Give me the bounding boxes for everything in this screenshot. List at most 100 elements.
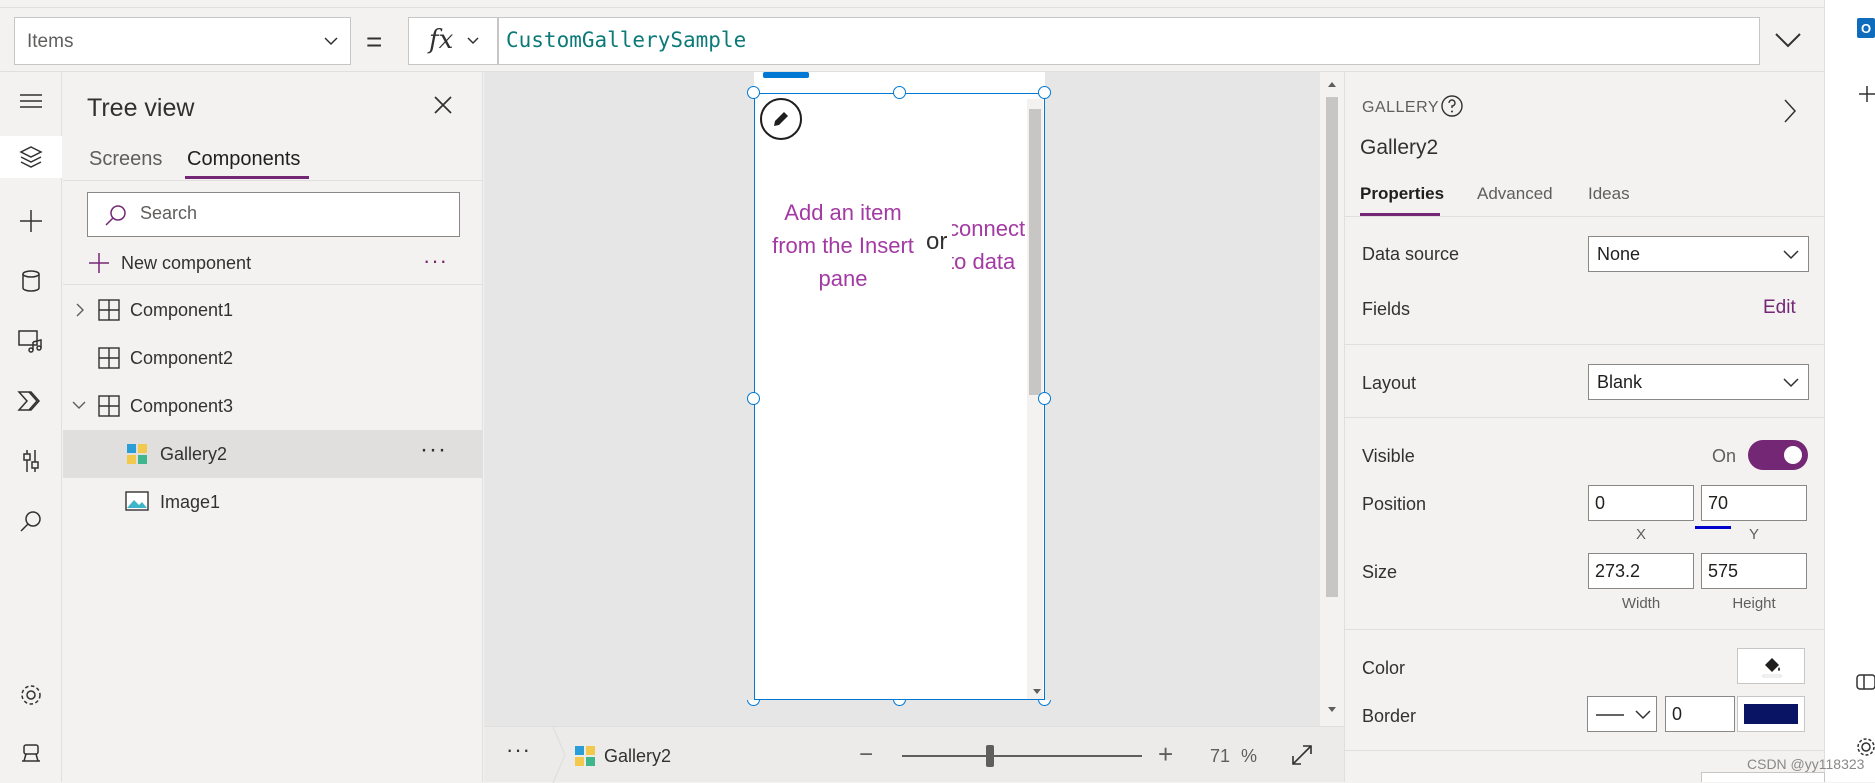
tab-screens[interactable]: Screens [89, 148, 162, 171]
zoom-in-button[interactable]: + [1158, 739, 1173, 770]
settings-icon[interactable] [10, 674, 52, 716]
tree-item-label: Component1 [130, 300, 234, 320]
outlook-icon[interactable]: O [1855, 16, 1875, 40]
border-color-button[interactable] [1737, 696, 1805, 732]
scroll-up-arrow-icon[interactable] [1327, 80, 1337, 88]
gallery-scrollbar-thumb[interactable] [1029, 109, 1041, 395]
data-source-dropdown[interactable]: None [1588, 236, 1809, 272]
layout-dropdown[interactable]: Blank [1588, 364, 1809, 400]
virtual-agent-icon[interactable] [10, 732, 52, 774]
insert-plus-icon[interactable] [10, 200, 52, 242]
panel-icon[interactable] [1855, 672, 1875, 692]
resize-handle-bottom-right[interactable] [1038, 700, 1051, 706]
width-value: 273.2 [1595, 561, 1641, 581]
formula-input[interactable]: CustomGallerySample [498, 17, 1760, 65]
fit-to-window-icon[interactable] [1290, 743, 1314, 767]
gallery-placeholder-connect[interactable]: connect to data [952, 212, 1026, 278]
tree-item-component3[interactable]: Component3 [63, 382, 483, 430]
help-icon[interactable] [1440, 94, 1464, 118]
more-options-icon[interactable]: ··· [420, 436, 447, 464]
expand-formula-chevron-icon[interactable] [1772, 26, 1804, 54]
color-picker-button[interactable] [1737, 648, 1805, 684]
tree-view-layers-icon[interactable] [0, 136, 62, 178]
tree-item-component2[interactable]: Component2 [63, 334, 483, 382]
search-icon [105, 205, 126, 226]
control-type-label: GALLERY [1362, 99, 1440, 116]
zoom-slider-thumb[interactable] [986, 745, 994, 767]
new-component-button[interactable]: New component [87, 248, 251, 278]
width-input[interactable]: 273.2 [1588, 553, 1694, 589]
tab-advanced[interactable]: Advanced [1477, 184, 1553, 204]
chevron-down-icon [1783, 250, 1799, 260]
chevron-down-icon[interactable] [71, 398, 87, 412]
next-section-box [1701, 772, 1825, 782]
chevron-right-icon[interactable] [73, 302, 87, 318]
property-dropdown[interactable]: Items [14, 17, 351, 65]
scroll-down-arrow-icon[interactable] [1032, 688, 1042, 696]
position-x-input[interactable]: 0 [1588, 485, 1694, 521]
more-options-icon[interactable]: ··· [423, 248, 448, 274]
edit-gallery-pencil-icon[interactable] [760, 98, 802, 140]
chevron-down-icon [324, 37, 338, 46]
resize-handle-bottom[interactable] [893, 700, 906, 706]
tab-ideas[interactable]: Ideas [1588, 184, 1630, 204]
border-style-dropdown[interactable] [1587, 696, 1657, 732]
media-icon[interactable] [10, 320, 52, 362]
gear-icon[interactable] [1855, 736, 1875, 758]
divider [63, 284, 483, 285]
component-icon [98, 347, 120, 369]
edit-fields-link[interactable]: Edit [1763, 297, 1796, 319]
add-icon[interactable] [1857, 84, 1875, 104]
scroll-down-arrow-icon[interactable] [1327, 706, 1337, 714]
tree-item-component1[interactable]: Component1 [63, 286, 483, 334]
data-cylinder-icon[interactable] [10, 260, 52, 302]
layout-label: Layout [1362, 373, 1417, 393]
close-icon[interactable] [432, 94, 454, 116]
resize-handle-top[interactable] [893, 86, 906, 99]
fx-function-button[interactable]: fx [408, 17, 498, 65]
power-automate-icon[interactable] [10, 380, 52, 422]
search-input[interactable] [140, 203, 440, 224]
chevron-right-icon[interactable] [1782, 98, 1798, 124]
border-width-input[interactable]: 0 [1665, 696, 1735, 732]
resize-handle-right[interactable] [1038, 392, 1051, 405]
gallery-icon [127, 444, 147, 464]
svg-text:O: O [1861, 21, 1871, 36]
position-y-input[interactable]: 70 [1701, 485, 1807, 521]
canvas-vertical-scrollbar[interactable] [1320, 72, 1344, 726]
watermark: CSDN @yy118323 [1747, 756, 1865, 772]
height-label: Height [1732, 595, 1776, 612]
data-source-label: Data source [1362, 244, 1460, 264]
height-input[interactable]: 575 [1701, 553, 1807, 589]
tree-view-panel: Tree view Screens Components New compone… [63, 72, 483, 782]
hamburger-icon[interactable] [10, 80, 52, 122]
resize-handle-left[interactable] [747, 392, 760, 405]
resize-handle-top-right[interactable] [1038, 86, 1051, 99]
tree-item-label: Image1 [160, 492, 221, 512]
visible-toggle[interactable] [1748, 440, 1808, 470]
fx-icon: fx [429, 25, 454, 55]
tab-components[interactable]: Components [187, 148, 300, 171]
zoom-value[interactable]: 71 [1210, 746, 1230, 767]
position-y-value: 70 [1708, 493, 1729, 513]
control-name[interactable]: Gallery2 [1360, 136, 1438, 160]
selected-control-breadcrumb[interactable]: Gallery2 [604, 746, 671, 767]
resize-handle-top-left[interactable] [747, 86, 760, 99]
tree-item-gallery2[interactable]: Gallery2 ··· [63, 430, 483, 478]
divider [1345, 417, 1825, 418]
advanced-tools-icon[interactable] [10, 440, 52, 482]
scrollbar-thumb[interactable] [1326, 97, 1338, 597]
more-options-icon[interactable]: ··· [506, 737, 531, 763]
zoom-slider-track[interactable] [902, 755, 1142, 757]
zoom-out-button[interactable]: − [859, 741, 873, 769]
search-box[interactable] [87, 192, 460, 237]
border-label: Border [1362, 706, 1417, 726]
width-label: Width [1621, 595, 1661, 612]
resize-handle-bottom-left[interactable] [747, 700, 760, 706]
search-icon[interactable] [10, 500, 52, 542]
line-style-icon [1596, 714, 1624, 716]
tab-properties[interactable]: Properties [1360, 184, 1444, 204]
gallery-icon [575, 746, 595, 766]
gallery-control[interactable] [754, 93, 1045, 700]
tree-item-image1[interactable]: Image1 [63, 478, 483, 526]
